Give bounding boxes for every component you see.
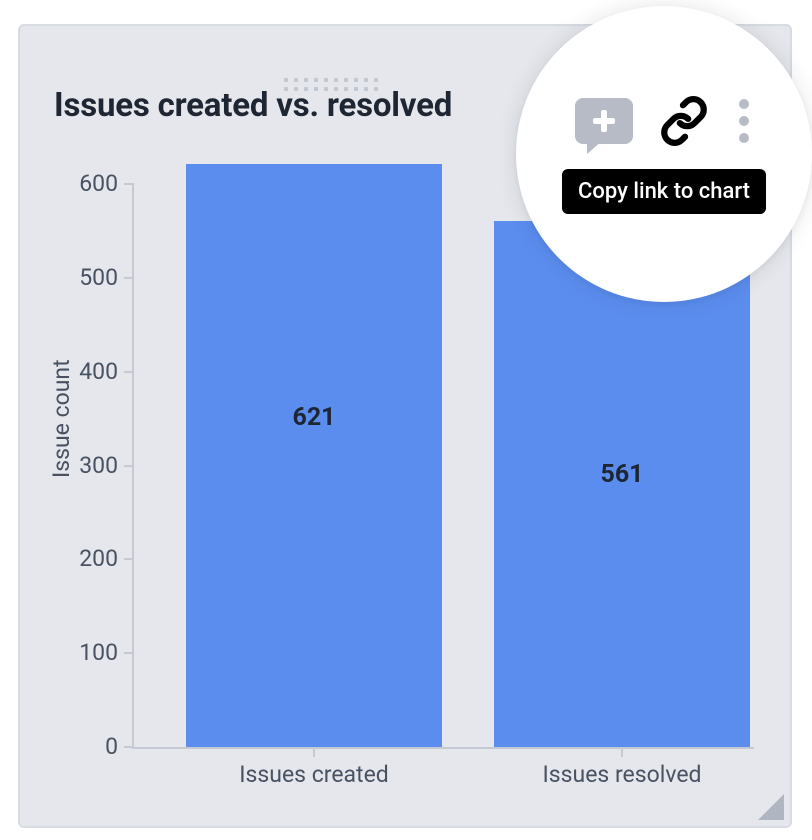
y-tick-label: 0 [58, 733, 118, 760]
x-tick-mark [313, 747, 315, 757]
y-tick-mark [124, 746, 134, 748]
x-tick-label: Issues created [224, 761, 404, 788]
bar-value-label: 621 [186, 403, 442, 432]
x-tick-label: Issues resolved [532, 761, 712, 788]
bar: 621 [186, 164, 442, 747]
more-options-button[interactable] [735, 95, 753, 147]
tooltip: Copy link to chart [562, 169, 766, 214]
y-tick-mark [124, 465, 134, 467]
y-tick-label: 100 [58, 639, 118, 666]
link-icon [659, 96, 709, 146]
comment-add-icon[interactable] [575, 98, 633, 144]
drag-handle-icon[interactable] [284, 78, 378, 82]
bar-value-label: 561 [494, 460, 750, 489]
copy-link-button[interactable] [659, 96, 709, 146]
chart-toolbar: Copy link to chart [516, 6, 812, 302]
bar: 561 [494, 221, 750, 747]
y-tick-mark [124, 558, 134, 560]
y-tick-label: 600 [58, 170, 118, 197]
y-tick-mark [124, 277, 134, 279]
y-tick-mark [124, 183, 134, 185]
resize-handle-icon[interactable] [758, 794, 784, 820]
x-tick-mark [621, 747, 623, 757]
y-tick-mark [124, 652, 134, 654]
x-axis-line [132, 747, 754, 749]
y-tick-mark [124, 371, 134, 373]
chart-title: Issues created vs. resolved [54, 86, 452, 125]
y-tick-label: 200 [58, 545, 118, 572]
y-tick-label: 300 [58, 452, 118, 479]
y-tick-label: 400 [58, 358, 118, 385]
chart-card: Issues created vs. resolved Issue count … [18, 24, 792, 828]
y-tick-label: 500 [58, 264, 118, 291]
